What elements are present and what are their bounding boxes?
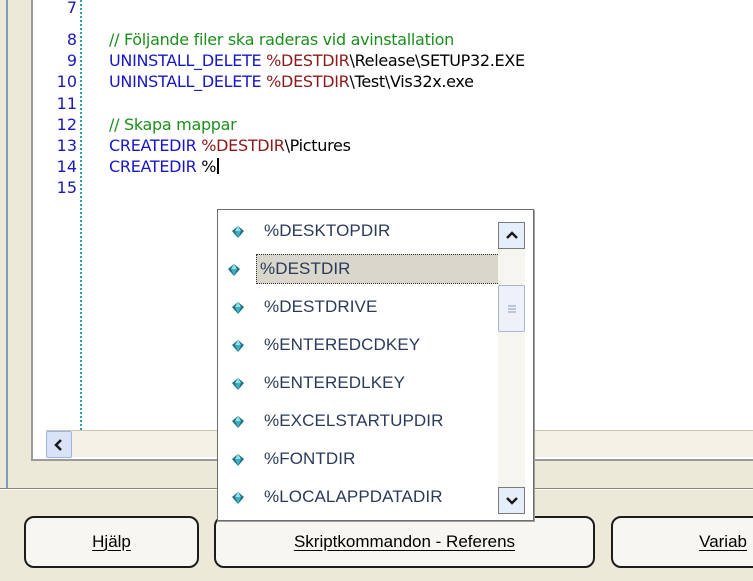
help-button[interactable]: Hjälp	[24, 516, 199, 568]
line-number: 11	[56, 94, 77, 113]
grip-icon	[507, 305, 516, 312]
line-number: 15	[56, 178, 77, 197]
chevron-up-icon	[505, 231, 518, 239]
autocomplete-item-label: %EXCELSTARTUPDIR	[264, 411, 444, 430]
autocomplete-item[interactable]: %DESTDIR	[228, 254, 512, 284]
gem-icon	[227, 262, 241, 276]
code-line[interactable]: CREATEDIR %DESTDIR\Pictures	[109, 136, 351, 155]
autocomplete-item[interactable]: %FONTDIR	[226, 444, 506, 474]
gem-icon	[231, 452, 245, 466]
autocomplete-item-label: %FONTDIR	[264, 449, 356, 468]
gem-icon	[231, 414, 245, 428]
code-token: %	[201, 157, 217, 176]
code-token: UNINSTALL_DELETE	[109, 72, 267, 91]
line-number: 7	[66, 0, 77, 17]
code-token: \Test\Vis32x.exe	[349, 72, 474, 91]
code-token: \Release\SETUP32.EXE	[349, 51, 525, 70]
code-token: CREATEDIR	[109, 136, 202, 155]
line-number: 9	[66, 51, 77, 70]
autocomplete-scrollbar[interactable]	[498, 222, 525, 514]
code-token: // Följande filer ska raderas vid avinst…	[109, 30, 455, 49]
scroll-thumb[interactable]	[498, 285, 525, 332]
autocomplete-item-label: %ENTEREDCDKEY	[264, 335, 421, 354]
line-number: 13	[56, 136, 77, 155]
autocomplete-item[interactable]: %ENTEREDLKEY	[226, 368, 506, 398]
text-caret	[217, 158, 220, 174]
code-token: CREATEDIR	[109, 157, 202, 176]
gem-icon	[231, 490, 245, 504]
variables-button[interactable]: Variab	[611, 516, 753, 568]
autocomplete-item-label: %DESTDIR	[260, 259, 351, 278]
autocomplete-item-label: %DESTDRIVE	[264, 297, 378, 316]
autocomplete-item[interactable]: %LOCALAPPDATADIR	[226, 482, 506, 512]
script-reference-button-label: Skriptkommandon - Referens	[293, 532, 516, 551]
code-line[interactable]: // Följande filer ska raderas vid avinst…	[109, 30, 454, 49]
autocomplete-popup[interactable]: %DESKTOPDIR %DESTDIR %DESTDRIVE %ENTEREDCDK…	[217, 209, 534, 521]
code-token: %DESTDIR	[266, 72, 350, 91]
script-reference-button[interactable]: Skriptkommandon - Referens	[214, 516, 595, 568]
scroll-up-button[interactable]	[498, 222, 525, 249]
line-number: 12	[56, 115, 77, 134]
line-number: 8	[66, 30, 77, 49]
line-number: 14	[56, 157, 77, 176]
chevron-down-icon	[505, 497, 518, 505]
code-line[interactable]: UNINSTALL_DELETE %DESTDIR\Release\SETUP3…	[109, 51, 525, 70]
code-line[interactable]: UNINSTALL_DELETE %DESTDIR\Test\Vis32x.ex…	[109, 72, 474, 91]
gutter-divider	[80, 0, 82, 430]
code-token: UNINSTALL_DELETE	[109, 51, 267, 70]
autocomplete-item-label: %ENTEREDLKEY	[264, 373, 406, 392]
gem-icon	[231, 338, 245, 352]
code-token: %DESTDIR	[266, 51, 350, 70]
code-token: // Skapa mappar	[109, 115, 237, 134]
gem-icon	[231, 376, 245, 390]
chevron-left-icon	[54, 438, 62, 451]
scroll-down-button[interactable]	[498, 487, 525, 514]
autocomplete-item[interactable]: %DESKTOPDIR	[226, 216, 506, 246]
gem-icon	[231, 224, 245, 238]
line-number: 10	[56, 72, 77, 91]
autocomplete-item[interactable]: %EXCELSTARTUPDIR	[226, 406, 506, 436]
window-left-edge	[0, 0, 11, 488]
autocomplete-item-label: %DESKTOPDIR	[264, 221, 391, 240]
variables-button-label: Variab	[699, 532, 747, 551]
gem-icon	[231, 300, 245, 314]
code-line[interactable]: CREATEDIR %	[109, 157, 220, 176]
autocomplete-item[interactable]: %DESTDRIVE	[226, 292, 506, 322]
autocomplete-item[interactable]: %ENTEREDCDKEY	[226, 330, 506, 360]
scroll-left-button[interactable]	[46, 431, 72, 458]
autocomplete-item-label: %LOCALAPPDATADIR	[264, 487, 443, 506]
code-token: \Pictures	[284, 136, 351, 155]
code-token: %DESTDIR	[201, 136, 285, 155]
code-line[interactable]: // Skapa mappar	[109, 115, 237, 134]
help-button-label: Hjälp	[92, 532, 131, 551]
